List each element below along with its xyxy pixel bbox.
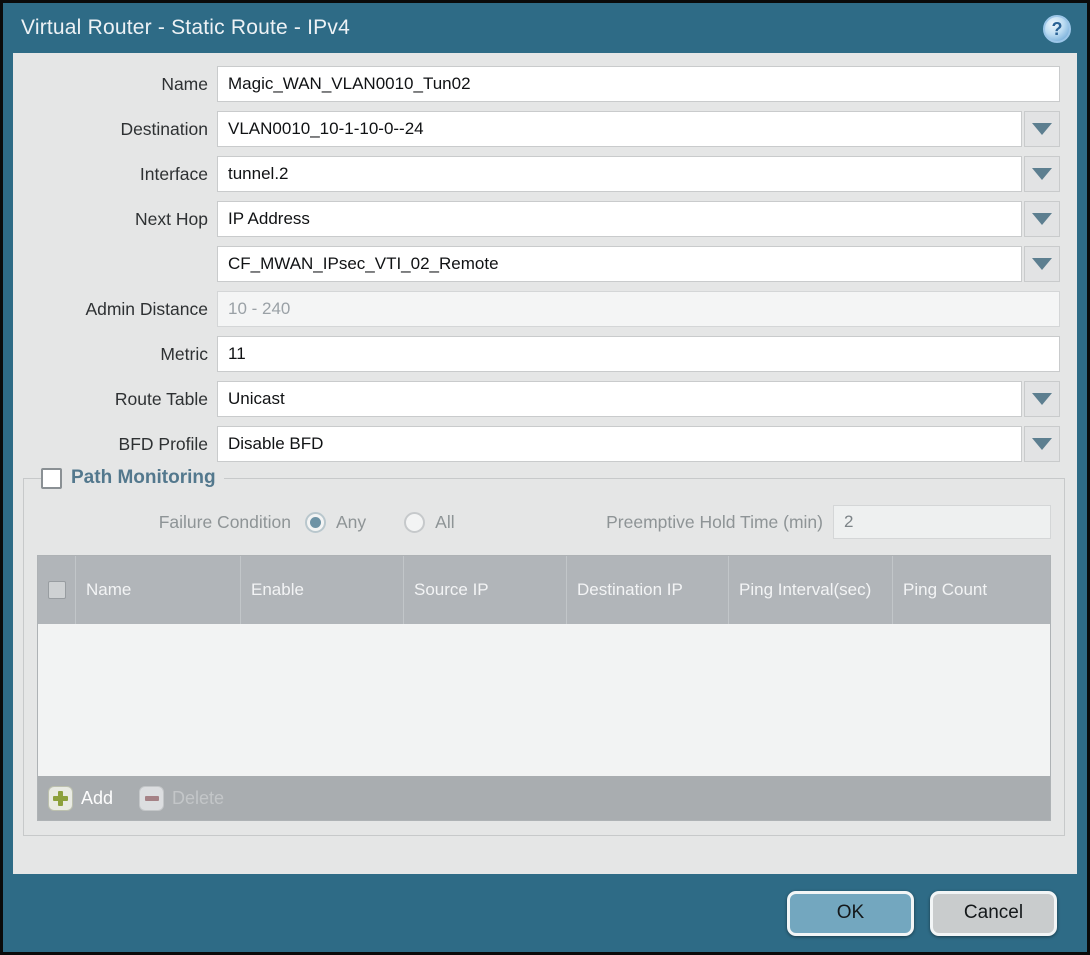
admin-distance-input[interactable]: [217, 291, 1060, 327]
failure-condition-radio-all[interactable]: [404, 512, 425, 533]
column-header-ping-interval[interactable]: Ping Interval(sec): [728, 556, 892, 624]
route-table-dropdown-button[interactable]: [1024, 381, 1060, 417]
path-monitoring-section: Path Monitoring Failure Condition Any Al…: [23, 478, 1065, 836]
table-body-empty: [38, 624, 1050, 776]
help-icon[interactable]: ?: [1043, 15, 1071, 43]
metric-label: Metric: [23, 344, 217, 365]
route-table-input[interactable]: [217, 381, 1022, 417]
bfd-profile-label: BFD Profile: [23, 434, 217, 455]
admin-distance-label: Admin Distance: [23, 299, 217, 320]
dialog-content: Name Destination Interface: [13, 53, 1077, 874]
help-icon-glyph: ?: [1052, 19, 1063, 40]
form-row-interface: Interface: [23, 156, 1060, 192]
delete-button-label: Delete: [172, 788, 224, 809]
static-route-dialog: Virtual Router - Static Route - IPv4 ? N…: [0, 0, 1090, 955]
radio-any-label: Any: [336, 512, 366, 533]
route-table-label: Route Table: [23, 389, 217, 410]
dialog-title: Virtual Router - Static Route - IPv4: [21, 16, 350, 40]
bfd-profile-dropdown-button[interactable]: [1024, 426, 1060, 462]
column-header-source-ip[interactable]: Source IP: [403, 556, 566, 624]
name-label: Name: [23, 74, 217, 95]
add-button[interactable]: Add: [48, 786, 113, 811]
path-monitoring-checkbox[interactable]: [41, 468, 62, 489]
destination-label: Destination: [23, 119, 217, 140]
dialog-footer: OK Cancel: [3, 874, 1087, 952]
path-monitoring-table: Name Enable Source IP Destination IP Pin…: [37, 555, 1051, 821]
nexthop-type-input[interactable]: [217, 201, 1022, 237]
chevron-down-icon: [1032, 123, 1052, 135]
destination-dropdown-button[interactable]: [1024, 111, 1060, 147]
path-monitoring-title: Path Monitoring: [71, 467, 216, 489]
form-row-name: Name: [23, 66, 1060, 102]
column-header-destination-ip[interactable]: Destination IP: [566, 556, 728, 624]
table-header-row: Name Enable Source IP Destination IP Pin…: [38, 556, 1050, 624]
path-monitoring-legend: Path Monitoring: [41, 467, 224, 489]
form-row-route-table: Route Table: [23, 381, 1060, 417]
chevron-down-icon: [1032, 393, 1052, 405]
failure-condition-radio-any[interactable]: [305, 512, 326, 533]
bfd-profile-input[interactable]: [217, 426, 1022, 462]
cancel-button[interactable]: Cancel: [930, 891, 1057, 936]
path-monitoring-controls: Failure Condition Any All Preemptive Hol…: [37, 505, 1051, 539]
column-header-name[interactable]: Name: [75, 556, 240, 624]
ok-button[interactable]: OK: [787, 891, 914, 936]
interface-input[interactable]: [217, 156, 1022, 192]
form-row-bfd-profile: BFD Profile: [23, 426, 1060, 462]
chevron-down-icon: [1032, 213, 1052, 225]
radio-all-label: All: [435, 512, 454, 533]
preemptive-hold-time-label: Preemptive Hold Time (min): [493, 512, 833, 533]
preemptive-hold-time-input[interactable]: [833, 505, 1051, 539]
name-input[interactable]: [217, 66, 1060, 102]
column-header-ping-count[interactable]: Ping Count: [892, 556, 1050, 624]
metric-input[interactable]: [217, 336, 1060, 372]
nexthop-value-dropdown-button[interactable]: [1024, 246, 1060, 282]
radio-dot: [409, 517, 420, 528]
delete-button[interactable]: Delete: [139, 786, 224, 811]
form-row-admin-distance: Admin Distance: [23, 291, 1060, 327]
select-all-checkbox[interactable]: [48, 581, 66, 599]
nexthop-type-dropdown-button[interactable]: [1024, 201, 1060, 237]
select-all-cell: [38, 556, 75, 624]
failure-condition-label: Failure Condition: [37, 512, 305, 533]
dialog-titlebar: Virtual Router - Static Route - IPv4 ?: [3, 3, 1087, 53]
nexthop-label: Next Hop: [23, 209, 217, 230]
radio-dot: [310, 517, 321, 528]
interface-label: Interface: [23, 164, 217, 185]
add-button-label: Add: [81, 788, 113, 809]
interface-dropdown-button[interactable]: [1024, 156, 1060, 192]
chevron-down-icon: [1032, 438, 1052, 450]
column-header-enable[interactable]: Enable: [240, 556, 403, 624]
form-row-nexthop-type: Next Hop: [23, 201, 1060, 237]
form-row-nexthop-value: [23, 246, 1060, 282]
table-toolbar: Add Delete: [38, 776, 1050, 820]
form-row-destination: Destination: [23, 111, 1060, 147]
form-row-metric: Metric: [23, 336, 1060, 372]
chevron-down-icon: [1032, 258, 1052, 270]
nexthop-value-input[interactable]: [217, 246, 1022, 282]
minus-icon: [139, 786, 164, 811]
destination-input[interactable]: [217, 111, 1022, 147]
plus-icon: [48, 786, 73, 811]
chevron-down-icon: [1032, 168, 1052, 180]
